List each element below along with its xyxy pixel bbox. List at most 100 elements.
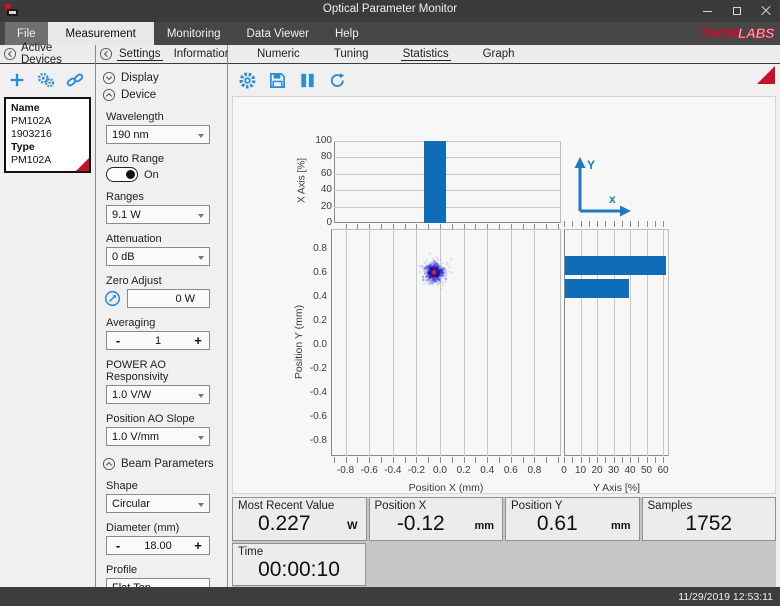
- beam-position-cluster: [331, 229, 561, 456]
- time-label: Time: [238, 546, 263, 558]
- scatter-ylabel: Position Y (mm): [293, 292, 305, 392]
- axis-tick: [475, 457, 476, 463]
- tick-label: 0: [308, 217, 332, 228]
- axis-tick: [614, 457, 615, 463]
- status-bar: 11/29/2019 12:53:11: [0, 587, 780, 606]
- axis-tick: [346, 457, 347, 463]
- axis-tick: [564, 221, 565, 227]
- collapse-panel-icon[interactable]: [99, 47, 113, 61]
- tab-numeric[interactable]: Numeric: [255, 48, 302, 60]
- axis-tick: [647, 221, 648, 227]
- card-unit: mm: [611, 520, 631, 532]
- axis-tick: [440, 457, 441, 463]
- tab-settings[interactable]: Settings: [117, 48, 163, 61]
- device-name-label: Name: [11, 102, 84, 115]
- tick-label: 40: [308, 184, 332, 195]
- zero-adjust-icon[interactable]: [104, 290, 121, 307]
- tick-label: -0.6: [299, 411, 327, 422]
- axis-tick: [655, 221, 656, 227]
- dropdown-power-ao-responsivity[interactable]: 1.0 V/W: [106, 385, 210, 404]
- tick-label: 60: [651, 465, 675, 476]
- axis-tick: [572, 221, 573, 227]
- zero-adjust-field[interactable]: 0 W: [127, 289, 210, 308]
- dropdown-wavelength[interactable]: 190 nm: [106, 125, 210, 144]
- card-unit: W: [347, 520, 357, 532]
- gridline: [334, 174, 561, 175]
- dropdown-shape[interactable]: Circular: [106, 494, 210, 513]
- active-devices-panel: Active Devices Name PM102A 1903216 Type …: [0, 45, 96, 587]
- dropdown-value-attenuation: 0 dB: [112, 251, 135, 263]
- field-label-attenuation: Attenuation: [106, 233, 219, 245]
- collapse-panel-icon[interactable]: [3, 47, 17, 61]
- axis-tick: [564, 457, 565, 463]
- dropdown-attenuation[interactable]: 0 dB: [106, 247, 210, 266]
- stepper-value-averaging: 1: [129, 335, 187, 347]
- settings-header: SettingsInformation: [96, 45, 227, 64]
- add-device-icon[interactable]: [8, 71, 26, 89]
- stepper-decrease-button[interactable]: -: [107, 538, 129, 553]
- section-display[interactable]: Display: [102, 71, 219, 85]
- field-label-wavelength: Wavelength: [106, 111, 219, 123]
- field-label-profile: Profile: [106, 564, 219, 576]
- chevron-down-icon: [102, 71, 116, 85]
- axis-tick: [572, 457, 573, 463]
- device-type-value: PM102A: [11, 154, 84, 167]
- connect-device-icon[interactable]: [66, 71, 84, 89]
- section-beam-parameters[interactable]: Beam Parameters: [102, 457, 219, 471]
- card-value: 0.61: [506, 512, 609, 536]
- minimize-button[interactable]: [693, 0, 722, 22]
- menu-item-help[interactable]: Help: [322, 22, 372, 45]
- dropdown-value-shape: Circular: [112, 498, 150, 510]
- tab-information[interactable]: Information: [172, 48, 234, 61]
- axis-tick: [381, 457, 382, 463]
- thorlabs-logo-labs: LABS: [738, 25, 774, 41]
- axis-tick: [357, 457, 358, 463]
- axis-tick: [452, 457, 453, 463]
- axis-tick: [581, 457, 582, 463]
- chevron-up-icon: [102, 457, 116, 471]
- stepper-decrease-button[interactable]: -: [107, 333, 129, 348]
- window-controls: [693, 0, 780, 22]
- field-label-diameter-mm: Diameter (mm): [106, 522, 219, 534]
- section-device[interactable]: Device: [102, 88, 219, 102]
- tick-label: 100: [308, 135, 332, 146]
- tab-graph[interactable]: Graph: [481, 48, 517, 60]
- card-unit: mm: [474, 520, 494, 532]
- tab-tuning[interactable]: Tuning: [332, 48, 371, 60]
- menu-bar: FileMeasurementMonitoringData ViewerHelp…: [0, 22, 780, 45]
- gridline: [334, 190, 561, 191]
- pause-button[interactable]: [298, 71, 317, 90]
- gridline: [334, 157, 561, 158]
- x-histogram-plot: [334, 141, 561, 223]
- app-window: Optical Parameter Monitor FileMeasuremen…: [0, 0, 780, 606]
- chart-toolbar: [228, 64, 780, 96]
- stepper-increase-button[interactable]: +: [187, 333, 209, 348]
- axis-tick: [393, 457, 394, 463]
- tab-statistics[interactable]: Statistics: [401, 48, 451, 61]
- close-button[interactable]: [751, 0, 780, 22]
- axis-tick: [428, 457, 429, 463]
- toggle-auto-range[interactable]: [106, 167, 138, 182]
- statistics-chart-area: 020406080100X Axis [%]Yx-0.8-0.6-0.4-0.2…: [232, 96, 776, 494]
- dropdown-position-ao-slope[interactable]: 1.0 V/mm: [106, 427, 210, 446]
- time-card: Time 00:00:10: [232, 543, 366, 586]
- stepper-increase-button[interactable]: +: [187, 538, 209, 553]
- save-button[interactable]: [268, 71, 287, 90]
- settings-gear-button[interactable]: [238, 71, 257, 90]
- devices-toolbar: [0, 64, 95, 94]
- axis-tick: [334, 457, 335, 463]
- card-samples: Samples1752: [642, 497, 777, 541]
- axis-tick: [663, 221, 664, 227]
- configure-devices-icon[interactable]: [37, 71, 55, 89]
- card-position-x: Position X-0.12mm: [369, 497, 504, 541]
- device-status-corner-badge: [75, 157, 90, 172]
- dropdown-ranges[interactable]: 9.1 W: [106, 205, 210, 224]
- dropdown-arrow-icon: [198, 503, 204, 507]
- axis-tick: [630, 221, 631, 227]
- menu-item-monitoring[interactable]: Monitoring: [154, 22, 234, 45]
- reset-button[interactable]: [328, 71, 347, 90]
- device-card[interactable]: Name PM102A 1903216 Type PM102A: [4, 97, 91, 173]
- scatter-xlabel: Position X (mm): [396, 482, 496, 494]
- menu-item-data-viewer[interactable]: Data Viewer: [234, 22, 322, 45]
- maximize-button[interactable]: [722, 0, 751, 22]
